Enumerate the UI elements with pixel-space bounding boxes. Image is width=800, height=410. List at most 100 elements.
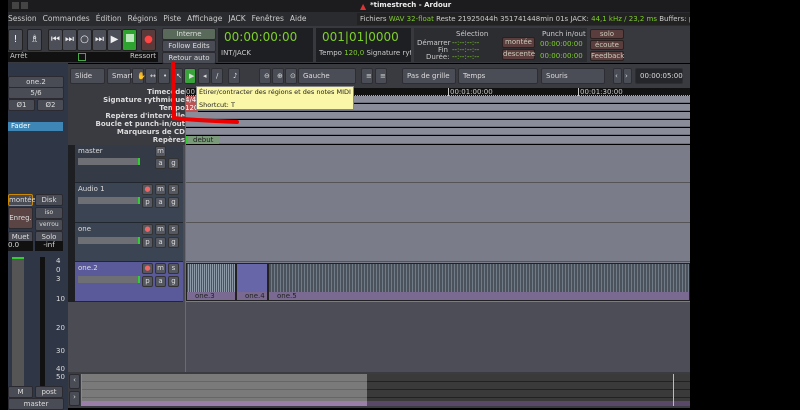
solo-button[interactable]: s xyxy=(168,184,179,195)
playlist-button[interactable]: p xyxy=(142,197,153,208)
track-header-audio1[interactable]: Audio 1 ● m s p a g xyxy=(75,183,183,223)
grab-tool-icon[interactable]: ✋ xyxy=(132,68,146,84)
automation-button[interactable]: a xyxy=(155,158,166,169)
input-button[interactable]: 5/6 xyxy=(8,87,64,99)
goto-end-button[interactable]: ⏭ xyxy=(62,29,77,51)
isolate-button[interactable]: iso xyxy=(35,207,63,219)
automation-button[interactable]: a xyxy=(155,197,166,208)
nudge-forward-button[interactable]: › xyxy=(623,68,632,84)
follow-edits-button[interactable]: Follow Edits xyxy=(162,40,216,52)
lock-button[interactable]: verrou xyxy=(35,219,63,231)
play-button[interactable]: ▶ xyxy=(107,29,122,51)
record-arm-button[interactable]: ● xyxy=(142,184,153,195)
solo-button[interactable]: s xyxy=(168,263,179,274)
gain-fader[interactable] xyxy=(12,257,24,393)
disk-monitor-button[interactable]: Disk xyxy=(35,194,63,206)
mute-button[interactable]: m xyxy=(155,224,166,235)
menu-commandes[interactable]: Commandes xyxy=(43,12,90,26)
menu-edition[interactable]: Édition xyxy=(96,12,122,26)
track-name[interactable]: one.2 xyxy=(78,264,98,272)
menu-jack[interactable]: JACK xyxy=(228,12,245,26)
grid-type-select[interactable]: Temps xyxy=(458,68,538,84)
playhead[interactable] xyxy=(185,88,186,372)
down-button[interactable]: descente xyxy=(502,49,535,60)
peak-display[interactable]: -inf xyxy=(35,241,63,251)
group-button[interactable]: g xyxy=(168,276,179,287)
track-header-one[interactable]: one ● m s p a g xyxy=(75,223,183,262)
menu-aide[interactable]: Aide xyxy=(290,12,307,26)
markers-ruler[interactable]: debut xyxy=(185,136,690,144)
mute-button[interactable]: m xyxy=(155,184,166,195)
record-enable-button[interactable]: Enreg. xyxy=(8,207,33,229)
shrink-tracks-icon[interactable]: ≡ xyxy=(361,68,373,84)
close-icon[interactable] xyxy=(12,2,19,9)
listen-button[interactable]: écoute xyxy=(590,40,624,50)
grid-select[interactable]: Pas de grille xyxy=(402,68,456,84)
region-one4[interactable]: one.4 xyxy=(236,263,268,301)
phase-invert-1[interactable]: Ø1 xyxy=(8,99,35,111)
expand-tracks-icon[interactable]: ≡ xyxy=(375,68,387,84)
goto-start-button[interactable]: ⏮ xyxy=(48,29,63,51)
region-one3[interactable]: one.3 xyxy=(186,263,236,301)
track-gain-slider[interactable] xyxy=(78,197,140,204)
group-button[interactable]: g xyxy=(168,158,179,169)
record-button[interactable]: ● xyxy=(141,29,156,51)
draw-tool-icon[interactable]: • xyxy=(158,68,170,84)
track-gain-slider[interactable] xyxy=(78,158,140,165)
zoom-session-icon[interactable]: ⊙ xyxy=(285,68,297,84)
track-name[interactable]: one xyxy=(78,225,91,233)
mute-button[interactable]: m xyxy=(155,263,166,274)
secondary-clock[interactable]: 001|01|0000 Tempo 120,0 Signature rythm xyxy=(316,28,411,62)
track-canvas[interactable]: one.3 one.4 one.5 xyxy=(185,88,690,372)
automation-button[interactable]: a xyxy=(155,237,166,248)
summary-left-button[interactable]: ‹ xyxy=(69,374,80,389)
track-name[interactable]: master xyxy=(78,147,103,155)
record-arm-button[interactable]: ● xyxy=(142,224,153,235)
region-one5[interactable]: one.5 xyxy=(268,263,690,301)
nudge-back-button[interactable]: ‹ xyxy=(613,68,622,84)
menu-affichage[interactable]: Affichage xyxy=(187,12,222,26)
fader-processor[interactable]: Fader xyxy=(8,122,63,131)
track-header-one2[interactable]: one.2 ● m s p a g xyxy=(75,262,183,302)
track-header-master[interactable]: master m a g xyxy=(75,145,183,183)
mute-button[interactable]: m xyxy=(155,146,166,157)
smart-mode-button[interactable]: Smart xyxy=(107,68,133,84)
shuttle-bar[interactable]: Arrêt Ressort xyxy=(8,52,158,62)
play-range-button[interactable]: ⏭ xyxy=(92,29,107,51)
automation-button[interactable]: a xyxy=(155,276,166,287)
input-monitor-button[interactable]: montée xyxy=(8,194,36,206)
summary-right-button[interactable]: › xyxy=(69,391,80,406)
summary-pane[interactable]: ‹ › xyxy=(68,372,690,408)
marker-debut[interactable]: debut xyxy=(185,136,220,144)
meter-m-button[interactable]: M xyxy=(8,386,33,398)
interne-button[interactable]: Interne xyxy=(162,28,216,40)
zoom-in-icon[interactable]: ⊕ xyxy=(272,68,284,84)
output-button[interactable]: master xyxy=(8,398,64,410)
solo-button[interactable]: s xyxy=(168,224,179,235)
playlist-button[interactable]: p xyxy=(142,276,153,287)
punch-in-clock[interactable]: 00:00:00:00 xyxy=(540,40,583,48)
group-button[interactable]: g xyxy=(168,197,179,208)
group-button[interactable]: g xyxy=(168,237,179,248)
playlist-button[interactable]: p xyxy=(142,237,153,248)
feedback-button[interactable]: Feedback xyxy=(590,51,624,61)
gain-display[interactable]: 0.0 xyxy=(8,241,33,251)
track-gain-slider[interactable] xyxy=(78,276,140,283)
menu-session[interactable]: Session xyxy=(8,12,37,26)
loop-button[interactable]: ○ xyxy=(77,29,92,51)
menu-piste[interactable]: Piste xyxy=(163,12,181,26)
edit-point-select[interactable]: Souris xyxy=(541,68,605,84)
range-tool-icon[interactable]: ↔ xyxy=(145,68,157,84)
menu-fenetres[interactable]: Fenêtres xyxy=(252,12,284,26)
record-arm-button[interactable]: ● xyxy=(142,263,153,274)
nudge-clock[interactable]: 00:00:05:00 xyxy=(635,68,683,84)
primary-clock[interactable]: 00:00:00:00 INT/JACK xyxy=(218,28,313,62)
stop-button[interactable] xyxy=(122,29,137,51)
phase-invert-2[interactable]: Ø2 xyxy=(37,99,64,111)
punch-out-clock[interactable]: 00:00:00:00 xyxy=(540,52,583,60)
meter-point-button[interactable]: post xyxy=(35,386,63,398)
minimize-icon[interactable] xyxy=(21,2,28,9)
track-gain-slider[interactable] xyxy=(78,237,140,244)
solo-button[interactable]: solo xyxy=(590,29,624,39)
track-name[interactable]: Audio 1 xyxy=(78,185,105,193)
